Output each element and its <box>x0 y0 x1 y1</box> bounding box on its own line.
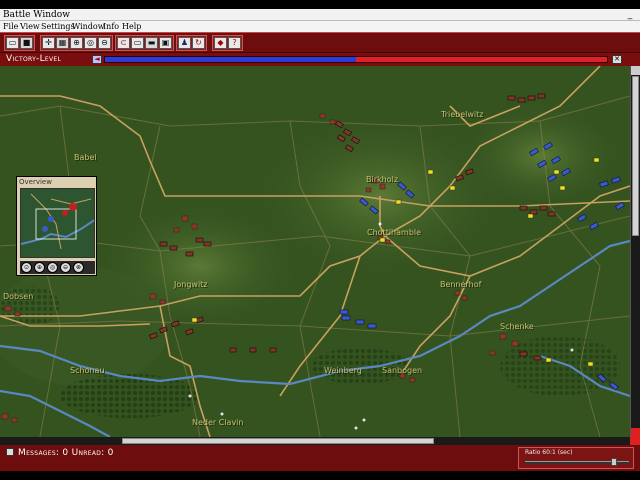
town-label: Weinberg <box>324 366 362 375</box>
status-bar: Messages: 0 Unread: 0 Ratio 60:1 (sec) <box>0 445 640 471</box>
town-label: Babel <box>74 153 97 162</box>
rotate-icon[interactable]: ↻ <box>192 37 205 49</box>
overview-zoom-out-icon[interactable]: ⊖ <box>60 262 71 273</box>
overview-buttons: ⊙ ⊕ ◎ ⊖ ⊗ <box>20 261 95 274</box>
disk-icon[interactable]: ■ <box>20 37 33 49</box>
menu-view[interactable]: View <box>20 21 40 32</box>
town-label: Triebelwitz <box>441 110 484 119</box>
zoom-in-icon[interactable]: ⊕ <box>70 37 83 49</box>
overview-target-icon[interactable]: ⊗ <box>73 262 84 273</box>
messages-label: Messages: 0 Unread: 0 <box>18 448 114 458</box>
vertical-scrollbar[interactable] <box>630 66 640 437</box>
town-label: Schonau <box>70 366 105 375</box>
screen-icon[interactable]: ▣ <box>159 37 172 49</box>
scroll-right-arrow-icon[interactable] <box>630 437 640 445</box>
toolbar-group-help: ◆ ? <box>212 35 243 51</box>
menu-help[interactable]: Help <box>122 21 141 32</box>
ratio-slider-thumb[interactable] <box>611 458 617 466</box>
victory-level-fill <box>105 57 356 62</box>
town-label: Sanbogen <box>382 366 423 375</box>
toolbar-group-formation: ♟ ↻ <box>176 35 207 51</box>
unit-icon[interactable]: ⊂ <box>117 37 130 49</box>
message-icon <box>6 448 14 456</box>
overview-minimap[interactable] <box>20 188 95 258</box>
town-label: Chottihamble <box>367 228 422 237</box>
menu-settings[interactable]: Settings <box>41 21 75 32</box>
map-view-icon[interactable]: ▭ <box>131 37 144 49</box>
panel-icon[interactable]: ▬ <box>145 37 158 49</box>
ratio-label: Ratio 60:1 (sec) <box>525 449 573 456</box>
victory-toggle-icon[interactable]: ◄ <box>92 55 102 64</box>
overview-zoom-mid-icon[interactable]: ◎ <box>47 262 58 273</box>
town-label: Schenke <box>500 322 534 331</box>
window-title: Battle Window <box>3 10 70 20</box>
messages-status[interactable]: Messages: 0 Unread: 0 <box>6 447 114 459</box>
save-icon[interactable]: ▭ <box>6 37 19 49</box>
horizontal-scrollbar[interactable] <box>0 437 640 445</box>
town-label: Neder Clavin <box>192 418 244 427</box>
town-label: Jongwitz <box>174 280 208 289</box>
minimap-graphic <box>21 189 94 257</box>
town-label: Birkholz <box>366 175 399 184</box>
minimize-button[interactable]: _ <box>624 10 636 20</box>
overview-panel[interactable]: Overview ⊙ ⊕ ◎ ⊖ ⊗ <box>16 176 97 276</box>
scroll-up-arrow-icon[interactable] <box>631 66 640 75</box>
time-ratio-control: Ratio 60:1 (sec) <box>518 447 634 469</box>
help-icon[interactable]: ? <box>228 37 241 49</box>
letterbox-top <box>0 0 640 9</box>
toolbar: ▭ ■ ✛ ▦ ⊕ ◎ ⊖ ⊂ ▭ ▬ ▣ ♟ ↻ ◆ ? <box>0 32 640 53</box>
overview-close-icon[interactable]: ⊙ <box>21 262 32 273</box>
target-icon[interactable]: ◆ <box>214 37 227 49</box>
menu-file[interactable]: File <box>3 21 18 32</box>
move-icon[interactable]: ✛ <box>42 37 55 49</box>
scroll-down-arrow-icon[interactable] <box>631 428 640 437</box>
zoom-icon[interactable]: ◎ <box>84 37 97 49</box>
town-label: Bennerhof <box>440 280 482 289</box>
close-icon[interactable]: ✕ <box>612 55 622 64</box>
toolbar-group-file: ▭ ■ <box>4 35 35 51</box>
title-bar: Battle Window _ <box>0 9 640 21</box>
menu-info[interactable]: Info <box>103 21 119 32</box>
overview-zoom-icon[interactable]: ⊕ <box>34 262 45 273</box>
victory-level-label: Victory-Level <box>6 54 62 64</box>
overview-title: Overview <box>19 178 52 186</box>
victory-level-track <box>104 56 608 63</box>
letterbox-bottom <box>0 471 640 480</box>
menu-window[interactable]: Window <box>72 21 105 32</box>
vertical-scroll-thumb[interactable] <box>632 76 639 236</box>
toolbar-group-panels: ⊂ ▭ ▬ ▣ <box>115 35 174 51</box>
victory-level-bar: Victory-Level ◄ ✕ <box>0 53 640 66</box>
menu-bar: File View Settings Window Info Help <box>0 21 640 32</box>
formation-icon[interactable]: ♟ <box>178 37 191 49</box>
horizontal-scroll-thumb[interactable] <box>122 438 434 444</box>
toolbar-group-view: ✛ ▦ ⊕ ◎ ⊖ <box>40 35 113 51</box>
zoom-out-icon[interactable]: ⊖ <box>98 37 111 49</box>
terrain-icon[interactable]: ▦ <box>56 37 69 49</box>
town-label: Dobsen <box>3 292 34 301</box>
